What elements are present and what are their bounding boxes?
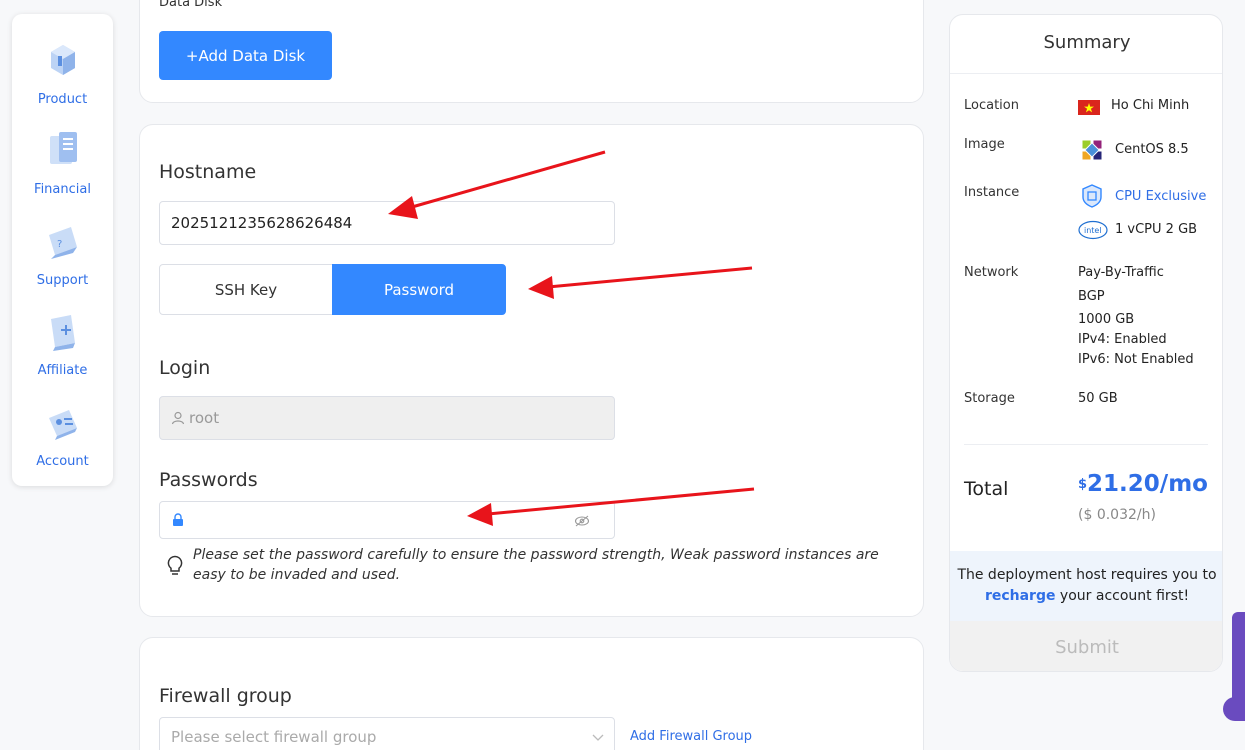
instance-type: CPU Exclusive [1115,189,1207,204]
recharge-notice: The deployment host requires you to rech… [950,551,1222,621]
sidebar-item-support[interactable]: ? Support [12,215,113,288]
price-hourly: ($ 0.032/h) [1078,507,1156,523]
recharge-link[interactable]: recharge [985,588,1056,604]
hostname-value: 2025121235628626484 [171,214,353,232]
network-bandwidth: 1000 GB [1078,312,1135,327]
network-ipv4: IPv4: Enabled [1078,332,1167,347]
sidebar-item-financial[interactable]: Financial [12,124,113,197]
add-firewall-group-link[interactable]: Add Firewall Group [630,729,752,744]
account-icon [48,410,77,440]
add-data-disk-button[interactable]: +Add Data Disk [159,31,332,80]
chat-icon[interactable] [1223,697,1245,721]
eye-off-icon[interactable] [574,514,590,528]
hostname-input[interactable]: 2025121235628626484 [159,201,615,245]
sidebar-item-account[interactable]: Account [12,396,113,469]
user-icon [171,411,185,425]
passwords-title: Passwords [159,469,258,491]
data-disk-title: Data Disk [159,0,223,10]
data-disk-card: Data Disk +Add Data Disk [139,0,924,103]
network-billing: Pay-By-Traffic [1078,265,1164,280]
centos-icon [1081,139,1103,161]
sidebar-item-label: Affiliate [37,363,88,378]
instance-auth-card: Hostname 2025121235628626484 SSH Key Pas… [139,124,924,617]
location-value: Ho Chi Minh [1111,98,1190,113]
financial-icon [49,132,77,164]
contact-us-tab[interactable] [1232,612,1245,707]
chevron-down-icon [592,734,604,741]
image-value: CentOS 8.5 [1115,142,1189,157]
login-value: root [189,409,220,427]
network-ipv6: IPv6: Not Enabled [1078,352,1194,367]
network-label: Network [964,265,1019,280]
storage-label: Storage [964,391,1015,406]
price-currency: $ [1078,477,1088,492]
price-amount: 21.20/mo [1087,471,1208,497]
location-label: Location [964,98,1019,113]
notice-text: The deployment host requires you to [957,567,1217,583]
lock-icon [173,513,183,526]
instance-spec: 1 vCPU 2 GB [1115,222,1198,237]
intel-icon: intel [1078,220,1108,240]
sidebar-item-label: Account [36,454,89,469]
instance-label: Instance [964,185,1020,200]
affiliate-icon [50,315,75,351]
login-title: Login [159,357,211,379]
summary-title: Summary [1043,32,1131,53]
summary-panel: Summary Location Ho Chi Minh Image CentO… [949,14,1223,672]
firewall-title: Firewall group [159,685,292,707]
tab-password[interactable]: Password [332,264,506,315]
login-input[interactable]: root [159,396,615,440]
network-line: BGP [1078,289,1105,304]
sidebar-item-label: Product [37,92,88,107]
password-hint: Please set the password carefully to ens… [193,547,879,583]
firewall-placeholder: Please select firewall group [171,728,377,746]
notice-text-end: your account first! [1055,588,1190,604]
sidebar-item-label: Financial [34,182,91,197]
storage-value: 50 GB [1078,391,1118,406]
firewall-select[interactable]: Please select firewall group [159,717,615,750]
password-input[interactable] [159,501,615,539]
product-icon [50,45,75,75]
summary-divider [950,73,1222,74]
svg-text:intel: intel [1084,226,1102,235]
cpu-exclusive-icon [1082,184,1102,208]
svg-text:?: ? [57,239,62,250]
left-sidebar: Product Financial ? Support Affiliate Ac… [12,14,113,486]
sidebar-item-product[interactable]: Product [12,34,113,107]
sidebar-item-label: Support [36,273,89,288]
summary-hr [964,444,1208,445]
support-icon: ? [48,227,77,259]
lightbulb-icon [167,555,183,575]
tab-ssh-key[interactable]: SSH Key [159,264,333,315]
vietnam-flag-icon [1078,100,1100,115]
total-label: Total [964,478,1009,500]
hostname-title: Hostname [159,161,257,183]
total-price: $21.20/mo [1078,471,1208,497]
image-label: Image [964,137,1005,152]
sidebar-item-affiliate[interactable]: Affiliate [12,305,113,378]
firewall-card: Firewall group Please select firewall gr… [139,637,924,750]
submit-button[interactable]: Submit [950,621,1222,671]
